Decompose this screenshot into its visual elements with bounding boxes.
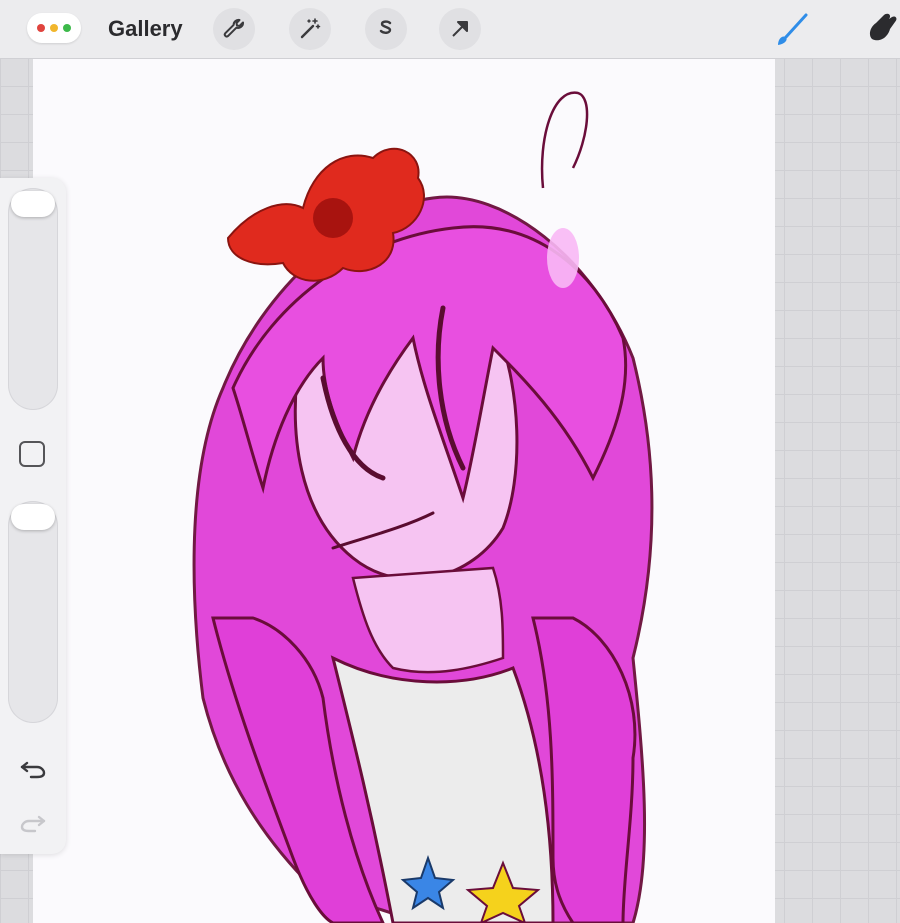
brush-icon bbox=[778, 13, 808, 45]
arrow-cursor-icon bbox=[452, 21, 468, 37]
redo-icon[interactable] bbox=[17, 805, 49, 837]
wrench-icon bbox=[223, 18, 244, 38]
green-dot-icon bbox=[63, 24, 71, 32]
brush-size-handle[interactable] bbox=[11, 191, 55, 217]
artwork bbox=[192, 91, 654, 923]
top-toolbar: Gallery bbox=[0, 0, 900, 59]
transform-button[interactable] bbox=[439, 8, 481, 50]
undo-icon[interactable] bbox=[17, 751, 49, 783]
ahoge bbox=[540, 91, 589, 189]
opacity-slider[interactable] bbox=[8, 501, 58, 723]
hair-highlight bbox=[547, 228, 579, 288]
square-icon[interactable] bbox=[19, 441, 45, 467]
opacity-handle[interactable] bbox=[11, 504, 55, 530]
drawing-canvas[interactable] bbox=[33, 58, 775, 923]
red-dot-icon bbox=[37, 24, 45, 32]
smudge-button[interactable] bbox=[862, 9, 900, 49]
selection-s-icon bbox=[379, 20, 392, 34]
yellow-dot-icon bbox=[50, 24, 58, 32]
menu-dots-button[interactable] bbox=[27, 13, 81, 43]
smudge-icon bbox=[869, 13, 897, 41]
magic-wand-icon bbox=[300, 18, 321, 39]
adjustments-button[interactable] bbox=[289, 8, 331, 50]
gallery-button[interactable]: Gallery bbox=[108, 14, 183, 44]
brush-size-slider[interactable] bbox=[8, 188, 58, 410]
actions-button[interactable] bbox=[213, 8, 255, 50]
paint-brush-button[interactable] bbox=[772, 9, 812, 49]
selection-button[interactable] bbox=[365, 8, 407, 50]
left-sidebar bbox=[0, 178, 66, 854]
